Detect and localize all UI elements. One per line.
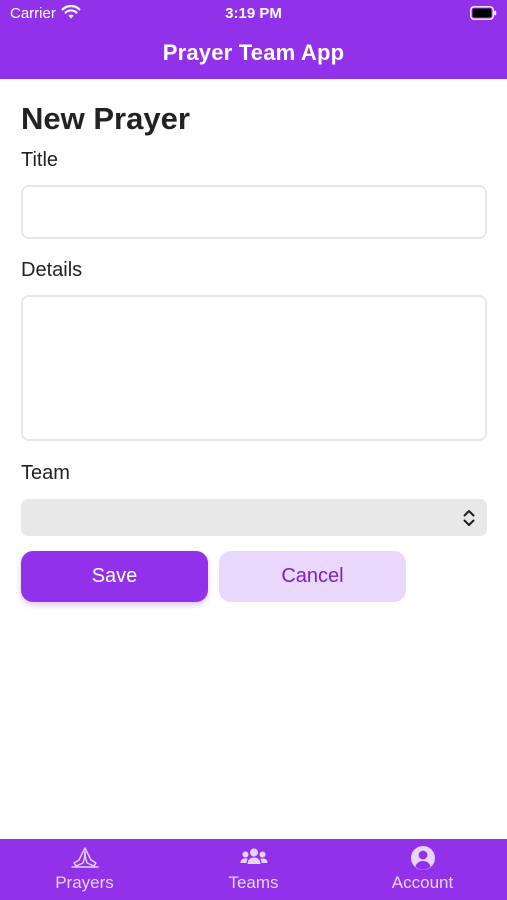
- new-prayer-form: New Prayer Title Details Team Save Cance…: [21, 100, 487, 602]
- details-textarea[interactable]: [21, 295, 487, 441]
- save-button[interactable]: Save: [21, 551, 208, 602]
- tab-prayers[interactable]: Prayers: [0, 839, 169, 900]
- details-label: Details: [21, 259, 83, 281]
- clock: 3:19 PM: [225, 5, 282, 22]
- page-title: New Prayer: [21, 101, 190, 136]
- tab-teams-label: Teams: [228, 873, 279, 892]
- team-select[interactable]: [21, 499, 487, 536]
- status-bar: Carrier 3:19 PM: [0, 0, 507, 28]
- chevron-updown-icon: [463, 510, 475, 526]
- app-title: Prayer Team App: [162, 40, 345, 65]
- tab-prayers-label: Prayers: [55, 873, 114, 892]
- form-actions: Save Cancel: [21, 551, 487, 602]
- title-label: Title: [21, 149, 59, 171]
- cancel-button[interactable]: Cancel: [219, 551, 406, 602]
- app-header: Carrier 3:19 PM Prayer Team App: [0, 0, 507, 79]
- tab-teams[interactable]: Teams: [169, 839, 338, 900]
- user-circle-icon: [410, 846, 435, 870]
- tab-bar: Prayers Teams Account: [0, 839, 507, 900]
- tab-account-label: Account: [391, 873, 454, 892]
- team-label: Team: [21, 462, 70, 484]
- users-icon: [240, 848, 267, 864]
- praying-hands-icon: [70, 847, 99, 868]
- battery-icon: [470, 6, 497, 20]
- tab-account[interactable]: Account: [338, 839, 507, 900]
- title-input[interactable]: [21, 185, 487, 239]
